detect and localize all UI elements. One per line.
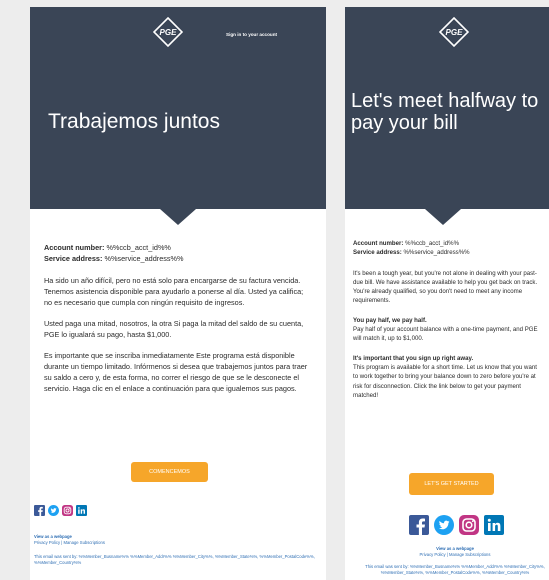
cta-button[interactable]: LET'S GET STARTED (409, 473, 494, 495)
email-body: Account number: %%ccb_acct_id%% Service … (345, 239, 549, 400)
sign-in-link[interactable]: Sign in to your account (226, 32, 277, 37)
account-value: %%ccb_acct_id%% (106, 243, 171, 252)
email-preview-spanish: PGE Sign in to your account Trabajemos j… (30, 7, 326, 580)
cta-button[interactable]: COMENCEMOS (131, 462, 208, 482)
hero-title: Trabajemos juntos (48, 110, 220, 133)
footer-links[interactable]: Privacy Policy | Manage Subscriptions (365, 552, 545, 558)
account-label: Account number: (353, 240, 404, 247)
hero-title: Let's meet halfway to pay your bill (351, 90, 539, 135)
footer-sent-by: This email was sent by: %%Member_Busname… (365, 564, 545, 575)
pge-logo[interactable]: PGE (153, 17, 183, 47)
paragraph-signup-text: This program is available for a short ti… (353, 363, 537, 399)
service-value: %%service_address%% (104, 254, 184, 263)
logo-text: PGE (446, 28, 464, 37)
footer-links[interactable]: Privacy Policy | Manage Subscriptions (34, 540, 320, 546)
facebook-icon[interactable] (34, 505, 45, 516)
paragraph-signup: It's important that you sign up right aw… (353, 354, 543, 400)
account-label: Account number: (44, 243, 105, 252)
paragraph-intro: It's been a tough year, but you're not a… (353, 269, 538, 305)
facebook-icon[interactable] (409, 515, 429, 535)
account-number: Account number: %%ccb_acct_id%% (353, 239, 543, 248)
hero-banner: PGE Sign in to your account Trabajemos j… (30, 7, 326, 209)
paragraph-half-text: Pay half of your account balance with a … (353, 326, 538, 343)
account-number: Account number: %%ccb_acct_id%% (44, 242, 312, 253)
social-links (34, 505, 87, 516)
view-as-webpage-link[interactable]: View as a webpage (436, 546, 474, 551)
hero-banner: PGE Let's meet halfway to pay your bill (345, 7, 549, 209)
email-footer: View as a webpage Privacy Policy | Manag… (365, 546, 545, 576)
linkedin-icon[interactable] (76, 505, 87, 516)
paragraph-signup: Es importante que se inscriba inmediatam… (44, 351, 308, 393)
twitter-icon[interactable] (48, 505, 59, 516)
paragraph-half: Usted paga una mitad, nosotros, la otra … (44, 319, 304, 339)
logo-text: PGE (160, 28, 178, 37)
account-value: %%ccb_acct_id%% (405, 240, 460, 247)
social-links (409, 515, 504, 535)
paragraph-half: You pay half, we pay half. Pay half of y… (353, 316, 543, 344)
pge-logo[interactable]: PGE (439, 17, 469, 47)
service-label: Service address: (353, 249, 402, 257)
service-label: Service address: (44, 254, 103, 263)
email-preview-english: PGE Let's meet halfway to pay your bill … (345, 7, 549, 580)
twitter-icon[interactable] (434, 515, 454, 535)
service-address: Service address: %%service_address%% (353, 248, 543, 257)
paragraph-intro: Ha sido un año difícil, pero no está sol… (44, 276, 304, 307)
instagram-icon[interactable] (62, 505, 73, 516)
linkedin-icon[interactable] (484, 515, 504, 535)
email-footer: View as a webpage Privacy Policy | Manag… (34, 534, 320, 566)
instagram-icon[interactable] (459, 515, 479, 535)
footer-sent-by: This email was sent by: %%Member_Busname… (34, 554, 315, 565)
view-as-webpage-link[interactable]: View as a webpage (34, 534, 72, 539)
paragraph-half-heading: You pay half, we pay half. (353, 316, 427, 324)
service-address: Service address: %%service_address%% (44, 253, 312, 264)
paragraph-signup-heading: It's important that you sign up right aw… (353, 354, 474, 362)
hero-notch (160, 209, 196, 225)
email-body: Account number: %%ccb_acct_id%% Service … (30, 242, 326, 394)
hero-notch (425, 209, 461, 225)
service-value: %%service_address%% (403, 249, 470, 257)
